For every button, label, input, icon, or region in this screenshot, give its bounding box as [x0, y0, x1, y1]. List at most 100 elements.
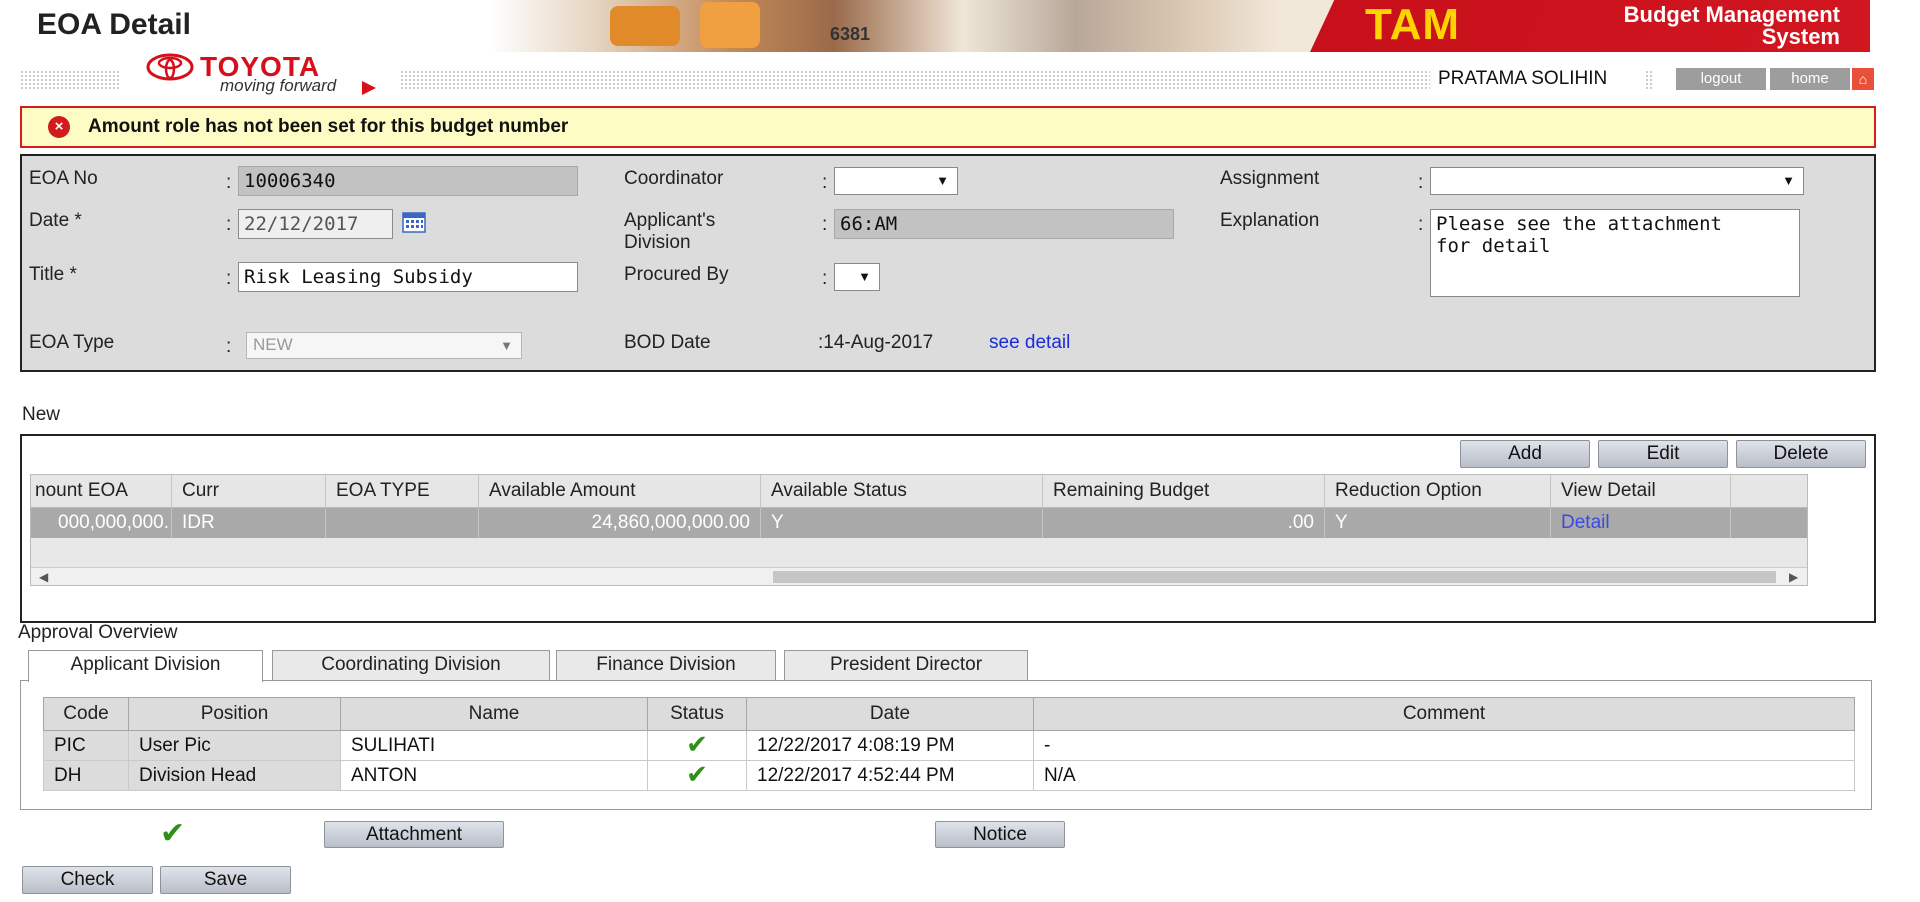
cell-code: PIC: [43, 730, 129, 761]
chevron-down-icon: ▼: [936, 173, 949, 188]
col-header-date: Date: [746, 697, 1034, 731]
save-button[interactable]: Save: [160, 866, 291, 894]
col-header-position: Position: [128, 697, 341, 731]
checkmark-icon: ✔: [686, 759, 708, 789]
logout-button[interactable]: logout: [1676, 68, 1766, 90]
see-detail-link[interactable]: see detail: [989, 332, 1070, 354]
col-header-comment: Comment: [1033, 697, 1855, 731]
eoa-form-panel: EOA No : 10006340 Date * : 22/12/2017 Ti…: [20, 154, 1876, 372]
applicant-division-field[interactable]: 66:AM: [834, 209, 1174, 239]
banner-number: 6381: [830, 24, 871, 44]
chevron-down-icon: ▼: [858, 269, 871, 284]
eoa-no-field[interactable]: 10006340: [238, 166, 578, 196]
system-name-line1: Budget Management: [1623, 2, 1840, 27]
approval-table: Code Position Name Status Date Comment P…: [43, 697, 1855, 791]
table-row[interactable]: 000,000,000. IDR 24,860,000,000.00 Y .00…: [31, 508, 1807, 538]
error-message-text: Amount role has not been set for this bu…: [88, 116, 569, 137]
tab-president-director[interactable]: President Director: [784, 650, 1028, 680]
cell-date: 12/22/2017 4:08:19 PM: [746, 730, 1034, 761]
procured-by-select[interactable]: ▼: [834, 263, 880, 291]
col-header-name: Name: [340, 697, 648, 731]
col-header-reduction-option[interactable]: Reduction Option: [1325, 475, 1551, 507]
date-label: Date *: [29, 210, 82, 231]
new-items-panel: Add Edit Delete nount EOA Curr EOA TYPE …: [20, 434, 1876, 623]
page-header: 6381 TAM Budget Management System EOA De…: [0, 0, 1874, 100]
edit-button[interactable]: Edit: [1598, 440, 1728, 468]
tab-coordinating-division[interactable]: Coordinating Division: [272, 650, 550, 680]
coordinator-label: Coordinator: [624, 168, 724, 189]
cell-name: SULIHATI: [340, 730, 648, 761]
new-section-label: New: [22, 404, 61, 425]
cell-eoa-type: [326, 508, 479, 538]
col-header-available-amount[interactable]: Available Amount: [479, 475, 761, 507]
error-message-bar: × Amount role has not been set for this …: [20, 106, 1876, 148]
add-button[interactable]: Add: [1460, 440, 1590, 468]
colon: :: [1418, 214, 1424, 235]
eoa-no-label: EOA No: [29, 168, 98, 189]
cell-date: 12/22/2017 4:52:44 PM: [746, 760, 1034, 791]
col-header-remaining-budget[interactable]: Remaining Budget: [1043, 475, 1325, 507]
scroll-right-icon[interactable]: ▶: [1789, 568, 1798, 585]
cell-position: User Pic: [128, 730, 341, 761]
header-strip-right: [400, 70, 1430, 90]
approval-tab-content: Code Position Name Status Date Comment P…: [20, 680, 1872, 810]
assignment-label: Assignment: [1220, 168, 1320, 189]
colon: :: [226, 268, 232, 289]
checkmark-icon: ✔: [160, 817, 186, 850]
cell-reduction-option: Y: [1325, 508, 1551, 538]
eoa-type-label: EOA Type: [29, 332, 115, 353]
cell-comment: -: [1033, 730, 1855, 761]
coordinator-select[interactable]: ▼: [834, 167, 958, 195]
eoa-type-select[interactable]: NEW ▼: [246, 332, 522, 359]
col-header-available-status[interactable]: Available Status: [761, 475, 1043, 507]
cell-position: Division Head: [128, 760, 341, 791]
cell-curr: IDR: [172, 508, 326, 538]
colon: :: [822, 214, 828, 235]
cell-status: ✔: [647, 759, 747, 791]
tab-finance-division[interactable]: Finance Division: [556, 650, 776, 680]
date-field[interactable]: 22/12/2017: [238, 209, 393, 239]
applicant-division-label: Applicant's Division: [624, 210, 715, 254]
cell-available-status: Y: [761, 508, 1043, 538]
scroll-left-icon[interactable]: ◀: [39, 568, 48, 585]
home-icon[interactable]: ⌂: [1852, 68, 1874, 90]
colon: :: [1418, 172, 1424, 193]
col-header-eoa-type[interactable]: EOA TYPE: [326, 475, 479, 507]
scrollbar-thumb[interactable]: [773, 571, 1776, 583]
cell-code: DH: [43, 760, 129, 791]
cell-comment: N/A: [1033, 760, 1855, 791]
horizontal-scrollbar[interactable]: ◀ ▶: [31, 567, 1807, 585]
eoa-type-value: NEW: [253, 335, 293, 354]
delete-button[interactable]: Delete: [1736, 440, 1866, 468]
col-header-view-detail[interactable]: View Detail: [1551, 475, 1731, 507]
header-strip-gap: [1645, 70, 1653, 90]
eoa-items-grid: nount EOA Curr EOA TYPE Available Amount…: [30, 474, 1808, 586]
col-header-curr[interactable]: Curr: [172, 475, 326, 507]
check-button[interactable]: Check: [22, 866, 153, 894]
colon: :: [226, 172, 232, 193]
explanation-textarea[interactable]: Please see the attachment for detail: [1430, 209, 1800, 297]
cell-remaining-budget: .00: [1043, 508, 1325, 538]
tagline-arrow-icon: [362, 81, 376, 95]
approval-overview-label: Approval Overview: [18, 622, 178, 643]
title-field[interactable]: Risk Leasing Subsidy: [238, 262, 578, 292]
chevron-down-icon: ▼: [500, 338, 513, 353]
checkmark-icon: ✔: [686, 729, 708, 759]
header-strip-left: [20, 70, 120, 90]
notice-button[interactable]: Notice: [935, 821, 1065, 848]
home-button[interactable]: home: [1770, 68, 1850, 90]
toyota-emblem-icon: [146, 53, 194, 81]
explanation-label: Explanation: [1220, 210, 1320, 231]
tab-applicant-division[interactable]: Applicant Division: [28, 650, 263, 682]
col-header-code: Code: [43, 697, 129, 731]
calendar-icon[interactable]: [402, 211, 426, 233]
colon: :: [822, 172, 828, 193]
applicant-division-label-line1: Applicant's: [624, 210, 716, 231]
colon: :: [822, 268, 828, 289]
cell-name: ANTON: [340, 760, 648, 791]
assignment-select[interactable]: ▼: [1430, 167, 1804, 195]
colon: :: [226, 214, 232, 235]
attachment-button[interactable]: Attachment: [324, 821, 504, 848]
col-header-amount-eoa[interactable]: nount EOA: [31, 475, 172, 507]
view-detail-link[interactable]: Detail: [1551, 508, 1731, 538]
